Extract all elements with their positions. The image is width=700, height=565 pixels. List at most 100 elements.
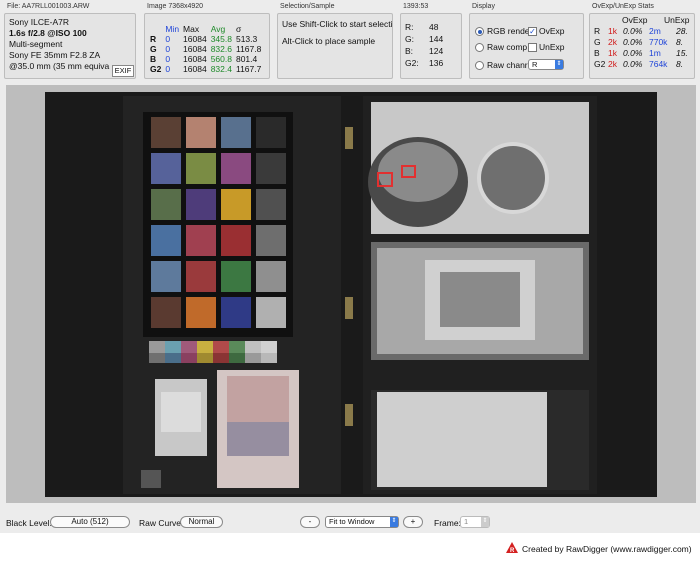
- rgb-render-label: RGB rende: [487, 26, 530, 36]
- ovexp-checkbox[interactable]: ✓: [528, 27, 537, 36]
- hinge: [345, 297, 353, 319]
- chevron-updown-icon: ⇕: [390, 517, 398, 527]
- channel-label: B: [594, 48, 600, 58]
- table-row: R 0 16084 345.8 513.3: [148, 34, 263, 44]
- exposure-stats-panel: OvExp/UnExp Stats OvExp UnExp R 1k 0.0% 2m 2…: [589, 3, 695, 79]
- ov-percent: 0.0%: [623, 59, 643, 69]
- chevron-updown-icon: ⇕: [481, 517, 489, 527]
- zoom-in-button[interactable]: +: [403, 516, 423, 528]
- channel-label: R: [150, 34, 157, 44]
- zoom-select-value: Fit to Window: [329, 517, 375, 526]
- pixel-row-g2: G2: 136: [405, 58, 443, 68]
- pixel-value: 136: [429, 58, 444, 68]
- pixel-value: 124: [429, 46, 444, 56]
- unexp-header: UnExp: [664, 15, 690, 25]
- pixel-row-b: B: 124: [405, 46, 443, 56]
- pixel-value: 144: [429, 34, 444, 44]
- ov-percent: 0.0%: [623, 48, 643, 58]
- metering-mode: Multi-segment: [9, 39, 63, 49]
- rgb-render-radio[interactable]: [475, 27, 484, 36]
- raw-photo-preview[interactable]: [45, 92, 657, 497]
- raw-curve-button[interactable]: Normal: [180, 516, 223, 528]
- pixel-label: G:: [405, 34, 414, 44]
- pixel-label: R:: [405, 22, 414, 32]
- pixel-value: 48: [429, 22, 439, 32]
- display-panel-box: RGB rende Raw comp Raw chanr ✓ OvExp UnE…: [469, 13, 584, 79]
- ov-count: 1k: [608, 26, 617, 36]
- credit-text: Created by RawDigger (www.rawdigger.com): [522, 544, 692, 554]
- focal-length: @35.0 mm (35 mm equiva: [9, 61, 110, 71]
- unexp-checkbox[interactable]: [528, 43, 537, 52]
- table-row: G2 0 16084 832.4 1167.7: [148, 64, 263, 74]
- max-value: 16084: [183, 54, 207, 64]
- exif-button[interactable]: EXIF: [112, 65, 134, 77]
- table-row: B 0 16084 560.8 801.4: [148, 54, 263, 64]
- un-percent: 28.: [676, 26, 688, 36]
- pixel-label: G2:: [405, 58, 419, 68]
- avg-value: 345.8: [210, 34, 232, 44]
- un-percent: 8.: [676, 59, 684, 69]
- raw-channel-label: Raw chanr: [487, 60, 528, 70]
- file-panel: File: AA7RLL001003.ARW Sony ILCE-A7R 1.6…: [4, 3, 136, 79]
- table-row: G 2k 0.0% 770k 8.: [594, 37, 683, 47]
- display-panel: Display RGB rende Raw comp Raw chanr ✓ O…: [469, 3, 584, 79]
- table-row: B 1k 0.0% 1m 15.: [594, 48, 688, 58]
- chevron-updown-icon: ⇕: [555, 60, 563, 69]
- black-level-label: Black Level:: [6, 518, 52, 528]
- selection-panel-box: Use Shift-Click to start selecti Alt-Cli…: [277, 13, 393, 79]
- avg-value: 560.8: [210, 54, 232, 64]
- ov-count: 2k: [608, 59, 617, 69]
- image-stats-table: Min Max Avg σ R 0 16084 345.8 513.3 G 0 …: [148, 24, 263, 74]
- un-count: 764k: [649, 59, 668, 69]
- max-value: 16084: [183, 44, 207, 54]
- max-value: 16084: [183, 34, 207, 44]
- sample-hint: Alt-Click to place sample: [282, 36, 376, 46]
- camera-model: Sony ILCE-A7R: [9, 17, 69, 27]
- channel-label: G: [594, 37, 601, 47]
- footer: R Created by RawDigger (www.rawdigger.co…: [0, 533, 700, 565]
- un-percent: 8.: [676, 37, 684, 47]
- avg-value: 832.6: [210, 44, 232, 54]
- max-value: 16084: [183, 64, 207, 74]
- rawdigger-logo-icon: R: [506, 542, 518, 554]
- channel-select[interactable]: R ⇕: [528, 59, 564, 70]
- raw-channel-radio[interactable]: [475, 61, 484, 70]
- display-panel-title: Display: [472, 3, 495, 10]
- ov-percent: 0.0%: [623, 26, 643, 36]
- channel-label: R: [594, 26, 601, 36]
- zoom-select[interactable]: Fit to Window ⇕: [325, 516, 399, 528]
- black-level-button[interactable]: Auto (512): [50, 516, 130, 528]
- min-value: 0: [165, 34, 171, 44]
- un-count: 770k: [649, 37, 668, 47]
- frame-select-value: 1: [464, 517, 469, 526]
- frame-select[interactable]: 1 ⇕: [460, 516, 490, 528]
- channel-label: G: [150, 44, 157, 54]
- image-viewer[interactable]: [6, 85, 696, 503]
- exposure-stats-box: OvExp UnExp R 1k 0.0% 2m 28. G 2k 0.0% 770k 8. B…: [589, 13, 695, 79]
- sigma-value: 513.3: [235, 34, 258, 44]
- ov-count: 2k: [608, 37, 617, 47]
- zoom-out-button[interactable]: -: [300, 516, 320, 528]
- sigma-value: 801.4: [235, 54, 258, 64]
- channel-label: G2: [594, 59, 606, 69]
- selection-panel-title: Selection/Sample: [280, 3, 335, 10]
- selection-hint: Use Shift-Click to start selecti: [282, 19, 393, 29]
- frame-label: Frame:: [434, 518, 461, 528]
- min-value: 0: [165, 64, 171, 74]
- col-header-min: Min: [165, 24, 180, 34]
- table-row: G2 2k 0.0% 764k 8.: [594, 59, 683, 69]
- svg-text:R: R: [510, 548, 515, 554]
- channel-label: B: [150, 54, 157, 64]
- photo-render: [45, 92, 657, 497]
- lens-name: Sony FE 35mm F2.8 ZA: [9, 50, 101, 60]
- min-value: 0: [165, 54, 171, 64]
- exposure-info: 1.6s f/2.8 @ISO 100: [9, 28, 87, 38]
- ov-percent: 0.0%: [623, 37, 643, 47]
- ov-count: 1k: [608, 48, 617, 58]
- selection-panel: Selection/Sample Use Shift-Click to star…: [277, 3, 393, 79]
- raw-composite-radio[interactable]: [475, 43, 484, 52]
- pixel-panel: 1393:53 R: 48 G: 144 B: 124 G2: 136: [400, 3, 462, 79]
- table-row: R 1k 0.0% 2m 28.: [594, 26, 688, 36]
- un-count: 1m: [649, 48, 661, 58]
- table-row: G 0 16084 832.6 1167.8: [148, 44, 263, 54]
